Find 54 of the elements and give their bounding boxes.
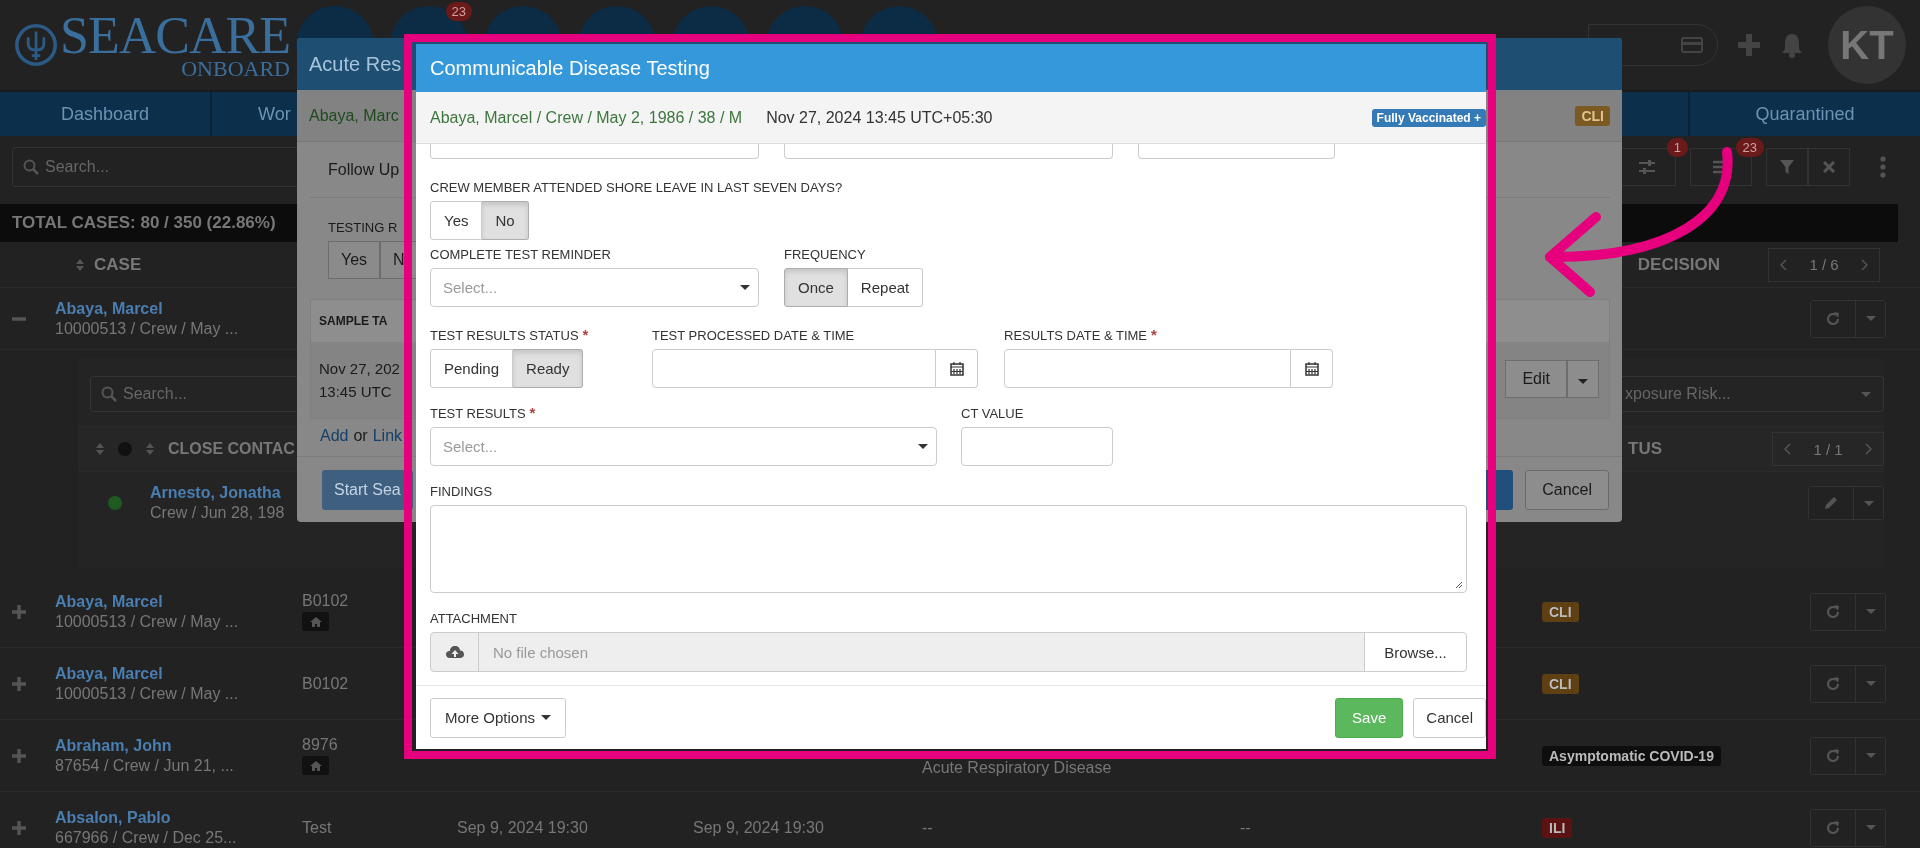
case-details: 10000513 / Crew / May ... [55, 684, 239, 703]
count-badge: 1 [1666, 138, 1688, 157]
search-placeholder: Search... [45, 158, 110, 176]
case-details: 667966 / Crew / Dec 25... [55, 828, 237, 847]
field-label: FINDINGS [430, 484, 493, 500]
field-label: CREW MEMBER ATTENDED SHORE LEAVE IN LAST SEVEN DAYS? [430, 180, 843, 196]
required-mark: * [529, 406, 536, 420]
page-indicator: 1 / 6 [1809, 256, 1839, 273]
status-tag: CLI [1575, 105, 1610, 126]
table-cell: Acute Respiratory Disease [922, 758, 1112, 777]
table-cell: -- [1240, 818, 1251, 837]
panel-header: SAMPLE TA [319, 314, 388, 328]
field-label: RESULTS DATE & TIME [1004, 328, 1148, 344]
conjunction-text: or [353, 427, 368, 445]
contact-details: Crew / Jun 28, 198 [150, 504, 285, 522]
field-label: TEST PROCESSED DATE & TIME [652, 328, 855, 344]
file-placeholder: No file chosen [492, 642, 590, 663]
patient-info: Abaya, Marcel / Crew / May 2, 1986 / 38 / M [430, 108, 743, 127]
status-tag: ILI [1542, 817, 1573, 838]
status-tag: CLI [1542, 601, 1579, 622]
required-mark: * [582, 328, 589, 342]
table-cell: 8976 [302, 736, 338, 754]
count-badge: 23 [445, 2, 472, 21]
field-label: TESTING R [328, 220, 398, 235]
sample-time: 13:45 UTC [319, 383, 392, 400]
table-cell: B0102 [302, 592, 349, 610]
table-cell: Sep 9, 2024 19:30 [457, 818, 588, 837]
dialog-title: Acute Res [309, 52, 402, 76]
page-indicator: 1 / 1 [1813, 440, 1843, 458]
dialog-title: Communicable Disease Testing [430, 56, 710, 80]
section-label: Follow Up [328, 160, 400, 179]
vaccination-badge: Fully Vaccinated + [1371, 108, 1486, 127]
case-details: 87654 / Crew / Jun 21, ... [55, 756, 234, 775]
field-label: ATTACHMENT [430, 611, 517, 627]
table-cell: Test [302, 818, 332, 837]
totals-text: TOTAL CASES: 80 / 350 (22.86%) [12, 213, 276, 233]
table-cell: -- [922, 818, 933, 837]
sample-datetime: Nov 27, 2024 13:45 UTC+05:30 [766, 108, 993, 127]
case-details: 10000513 / Crew / May ... [55, 319, 239, 338]
status-tag: Asymptomatic COVID-19 [1542, 745, 1721, 766]
required-mark: * [1151, 328, 1157, 342]
count-badge: 23 [1735, 138, 1764, 157]
search-placeholder: Search... [123, 385, 188, 403]
sample-date: Nov 27, 202 [319, 360, 400, 377]
case-details: 10000513 / Crew / May ... [55, 612, 239, 631]
table-cell: B0102 [302, 674, 349, 693]
field-label: TEST RESULTS STATUS [430, 328, 579, 344]
field-label: CT VALUE [961, 406, 1024, 422]
table-cell: Sep 9, 2024 19:30 [693, 818, 824, 837]
patient-info: Abaya, Marc [309, 106, 399, 125]
field-label: FREQUENCY [784, 247, 866, 263]
field-label: TEST RESULTS [430, 406, 526, 422]
field-label: COMPLETE TEST REMINDER [430, 247, 611, 263]
status-tag: CLI [1542, 673, 1579, 694]
